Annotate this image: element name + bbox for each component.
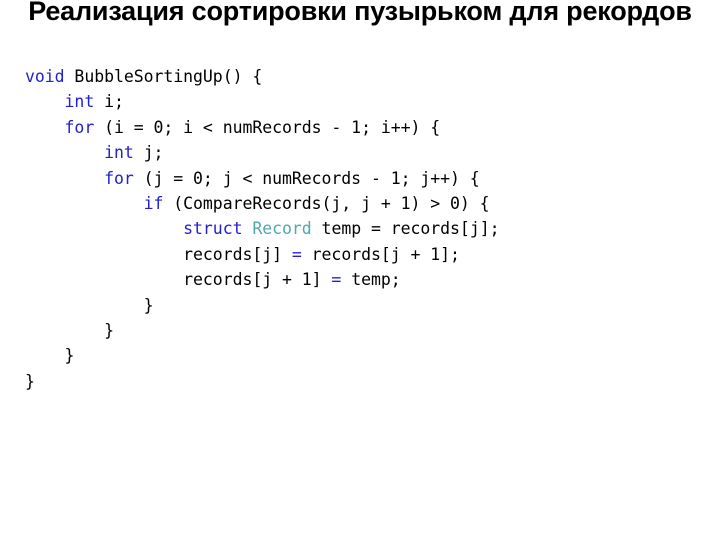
code-line: void BubbleSortingUp() { [25,64,715,89]
code-line: for (j = 0; j < numRecords - 1; j++) { [25,166,715,191]
code-block: void BubbleSortingUp() { int i; for (i =… [25,64,715,394]
code-token-plain: records[j + 1] [183,270,332,290]
code-token-plain: } [64,346,75,366]
code-token-op: = [331,270,342,290]
code-token-plain: } [143,295,154,315]
code-token-plain: j; [133,143,164,163]
code-line: struct Record temp = records[j]; [25,216,715,241]
code-line: int i; [25,89,715,114]
code-token-plain: } [104,321,114,341]
code-token-kw: int [64,92,95,112]
code-token-kw: for [104,168,134,188]
code-token-plain: (j = 0; j < numRecords - 1; j++) { [133,168,480,188]
page-title: Реализация сортировки пузырьком для реко… [28,0,692,26]
code-line: } [25,369,715,394]
code-token-kw: void [25,67,65,86]
code-line: } [25,293,715,318]
code-token-kw: int [104,143,134,163]
slide-canvas: Реализация сортировки пузырьком для реко… [0,0,720,540]
code-token-plain: temp; [341,270,401,290]
code-token-plain: temp = records[j]; [311,219,500,239]
code-line: } [25,318,715,343]
code-token-kw: if [143,194,164,214]
code-token-plain: (i = 0; i < numRecords - 1; i++) { [94,117,441,137]
code-token-plain: BubbleSortingUp() { [64,67,263,86]
code-token-type: Record [252,219,312,239]
code-token-kw: struct [183,219,243,239]
code-line: records[j + 1] = temp; [25,267,715,292]
code-line: records[j] = records[j + 1]; [25,242,715,267]
code-line: } [25,343,715,368]
code-token-plain: } [25,371,35,391]
code-token-plain: records[j] [183,244,292,264]
code-token-plain: i; [94,92,124,112]
code-line: int j; [25,140,715,165]
code-token-plain: records[j + 1]; [301,244,460,264]
code-token-plain: (CompareRecords(j, j + 1) > 0) { [163,194,490,214]
code-token-op: = [291,244,302,264]
code-token-kw: for [64,117,95,137]
code-line: if (CompareRecords(j, j + 1) > 0) { [25,191,715,216]
code-line: for (i = 0; i < numRecords - 1; i++) { [25,115,715,140]
